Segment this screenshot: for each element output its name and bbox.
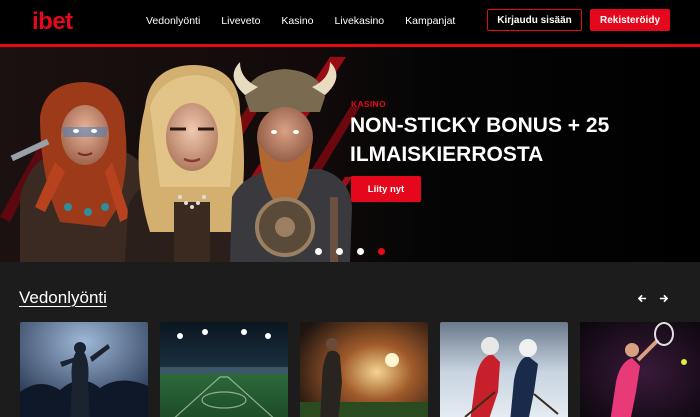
stadium-fans-image [20,322,148,417]
arrow-right-icon[interactable] [657,292,669,304]
hero-title: NON-STICKY BONUS + 25 ILMAISKIERROSTA [350,114,610,166]
ice-hockey-image [440,322,568,417]
carousel-dot-2[interactable] [336,248,343,255]
tennis-card[interactable] [580,322,700,417]
carousel-dot-4[interactable] [378,248,385,255]
tennis-player-image [580,322,700,417]
hero-banner[interactable]: KASINO NON-STICKY BONUS + 25 ILMAISKIERR… [0,47,700,262]
carousel-arrows [636,292,669,304]
hero-category-tag: KASINO [351,99,386,109]
nav-item-vedonlyonti[interactable]: Vedonlyönti [146,15,200,27]
carousel-dot-1[interactable] [315,248,322,255]
football-card[interactable] [300,322,428,417]
arrow-left-icon[interactable] [636,292,648,304]
nav-item-kasino[interactable]: Kasino [281,15,313,27]
football-player-image [300,322,428,417]
join-now-button[interactable]: Liity nyt [351,176,421,202]
section-title[interactable]: Vedonlyönti [19,288,107,308]
fans-card[interactable] [20,322,148,417]
carousel-dots [315,248,385,255]
sport-cards [20,322,700,417]
hockey-card[interactable] [440,322,568,417]
sports-betting-section: Vedonlyönti [0,262,700,417]
nav-item-kampanjat[interactable]: Kampanjat [405,15,455,27]
main-nav: Vedonlyönti Liveveto Kasino Livekasino K… [146,15,455,27]
top-header: ibet Vedonlyönti Liveveto Kasino Livekas… [0,0,700,44]
nav-item-livekasino[interactable]: Livekasino [335,15,385,27]
carousel-dot-3[interactable] [357,248,364,255]
stadium-card[interactable] [160,322,288,417]
nav-item-liveveto[interactable]: Liveveto [221,15,260,27]
ibet-logo[interactable]: ibet [32,8,73,36]
stadium-field-image [160,322,288,417]
login-button[interactable]: Kirjaudu sisään [487,9,582,31]
register-button[interactable]: Rekisteröidy [590,9,670,31]
